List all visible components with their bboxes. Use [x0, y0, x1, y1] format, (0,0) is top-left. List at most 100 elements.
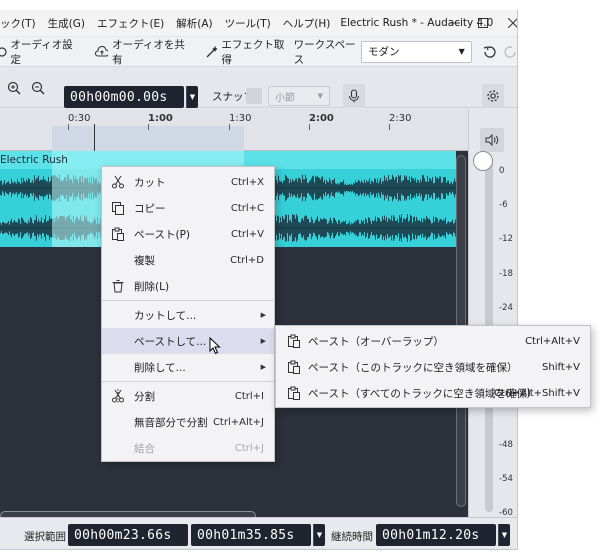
menu-item-delete[interactable]: 削除(L) [102, 273, 274, 299]
main-toolbar: オーディオ設定 オーディオを共有 エフェクト取得 ワークスペース モダン ▼ [0, 37, 517, 67]
submenu-item-paste-overlap[interactable]: ペースト（オーバーラップ） Ctrl+Alt+V [276, 328, 590, 354]
playback-volume-button[interactable] [480, 128, 504, 152]
close-button[interactable] [496, 10, 517, 36]
menu-item-cut-and[interactable]: カットして... ▶ [102, 302, 274, 328]
submenu-item-label: ペースト（オーバーラップ） [308, 335, 444, 348]
speaker-icon [485, 134, 499, 146]
undo-icon [483, 45, 496, 58]
ruler-tick-label: 1:00 [148, 113, 173, 124]
magic-wand-icon [206, 45, 218, 57]
playback-meter-panel: 0 -6 -12 -18 -24 -48 -54 -60 [468, 109, 517, 527]
menu-item-split[interactable]: 分割 Ctrl+I [102, 383, 274, 409]
zoom-out-button[interactable] [28, 78, 48, 98]
playhead[interactable] [94, 124, 95, 151]
chevron-right-icon: ▶ [260, 311, 266, 319]
snap-select[interactable]: 小節 ▼ [268, 86, 330, 106]
ruler-tick-label: 2:00 [309, 113, 334, 124]
ruler-tick-label: 0:30 [68, 113, 91, 124]
menu-analyze[interactable]: 解析(A) [170, 16, 218, 31]
selection-end-time[interactable]: 00h01m35.85s [191, 524, 311, 546]
get-effects-button[interactable]: エフェクト取得 [205, 37, 286, 67]
time-display[interactable]: 00h00m00.00s [64, 86, 184, 108]
ruler-tick [148, 124, 149, 130]
menu-tools[interactable]: ツール(T) [219, 16, 277, 31]
menu-item-shortcut: Ctrl+D [230, 254, 264, 266]
menu-item-label: 結合 [134, 442, 155, 455]
transport-toolbar: 00h00m00.00s ▼ スナップ 小節 ▼ [0, 68, 517, 108]
menu-item-shortcut: Ctrl+J [234, 442, 264, 454]
menu-item-join: 結合 Ctrl+J [102, 435, 274, 461]
submenu-item-paste-make-room-all[interactable]: ペースト（すべてのトラックに空き領域を確保） Ctrl+Alt+Shift+V [276, 380, 590, 406]
zoom-in-button[interactable] [4, 78, 24, 98]
menu-item-label: 無音部分で分割 [134, 416, 208, 429]
settings-button[interactable] [482, 84, 504, 108]
zoom-in-icon [7, 81, 21, 95]
menu-help[interactable]: ヘルプ(H) [277, 16, 337, 31]
snap-checkbox[interactable] [246, 88, 262, 104]
menu-item-shortcut: Ctrl+X [230, 176, 264, 188]
menu-item-label: 複製 [134, 254, 155, 267]
meter-tick: 0 [499, 166, 505, 176]
maximize-button[interactable] [466, 10, 500, 36]
minimize-icon [450, 22, 460, 24]
submenu-item-paste-make-room-track[interactable]: ペースト（このトラックに空き領域を確保） Shift+V [276, 354, 590, 380]
menu-item-paste[interactable]: ペースト(P) Ctrl+V [102, 221, 274, 247]
submenu-item-shortcut: Ctrl+Alt+V [525, 335, 580, 347]
time-format-dropdown[interactable]: ▼ [186, 86, 198, 108]
menu-item-label: 分割 [134, 390, 155, 403]
split-icon [110, 388, 126, 404]
chevron-down-icon: ▼ [316, 531, 323, 539]
undo-button[interactable] [482, 44, 496, 60]
selection-label: 選択範囲 [24, 531, 66, 543]
title-bar: ック(T) 生成(G) エフェクト(E) 解析(A) ツール(T) ヘルプ(H)… [0, 10, 517, 36]
share-audio-label: オーディオを共有 [112, 38, 185, 66]
chevron-down-icon: ▼ [501, 531, 508, 539]
selection-toolbar: 選択範囲 00h00m23.66s 00h01m35.85s ▼ 継続時間 00… [0, 517, 517, 549]
menu-item-paste-and[interactable]: ペーストして... ▶ [102, 328, 274, 354]
menu-generate[interactable]: 生成(G) [42, 16, 91, 31]
timeline-ruler[interactable]: 0:30 1:00 1:30 2:00 2:30 [0, 109, 468, 151]
chevron-right-icon: ▶ [260, 337, 266, 345]
duration-format-dropdown[interactable]: ▼ [498, 524, 510, 546]
selection-start-time[interactable]: 00h00m23.66s [68, 524, 188, 546]
menu-separator [102, 300, 274, 301]
trash-icon [110, 278, 126, 294]
audio-setup-button[interactable]: オーディオ設定 [0, 37, 74, 67]
chevron-down-icon: ▼ [189, 93, 196, 101]
menu-item-label: ペーストして... [134, 335, 207, 348]
record-meter-button[interactable] [343, 84, 365, 108]
scissors-icon [110, 174, 126, 190]
menu-item-delete-and[interactable]: 削除して... ▶ [102, 354, 274, 380]
selection-format-dropdown[interactable]: ▼ [313, 524, 325, 546]
menu-item-shortcut: Ctrl+V [230, 228, 264, 240]
ruler-tick [389, 124, 390, 130]
share-audio-button[interactable]: オーディオを共有 [94, 37, 185, 67]
menu-item-shortcut: Ctrl+I [234, 390, 264, 402]
redo-icon [504, 45, 516, 58]
menu-item-label: 削除して... [134, 361, 186, 374]
duration-label: 継続時間 [331, 531, 373, 543]
menu-item-shortcut: Ctrl+C [230, 202, 264, 214]
ruler-tick [229, 124, 230, 130]
workspace-select[interactable]: モダン ▼ [360, 40, 472, 63]
menu-item-duplicate[interactable]: 複製 Ctrl+D [102, 247, 274, 273]
paste-icon [286, 333, 302, 349]
paste-icon [286, 385, 302, 401]
submenu-item-label: ペースト（このトラックに空き領域を確保） [308, 361, 518, 374]
paste-icon [286, 359, 302, 375]
menu-item-label: コピー [134, 202, 166, 215]
duration-time[interactable]: 00h01m12.20s [376, 524, 496, 546]
menu-effect[interactable]: エフェクト(E) [91, 16, 170, 31]
menu-item-copy[interactable]: コピー Ctrl+C [102, 195, 274, 221]
menu-tracks[interactable]: ック(T) [0, 16, 42, 31]
playback-volume-knob[interactable] [473, 151, 493, 171]
clip-name: Electric Rush [0, 154, 68, 166]
menu-separator [102, 381, 274, 382]
workspace-value: モダン [367, 46, 400, 58]
menu-item-label: カットして... [134, 309, 197, 322]
menu-item-cut[interactable]: カット Ctrl+X [102, 169, 274, 195]
menu-item-split-at-silence[interactable]: 無音部分で分割 Ctrl+Alt+J [102, 409, 274, 435]
maximize-icon [478, 18, 488, 28]
gear-icon [487, 90, 499, 102]
redo-button[interactable] [504, 44, 517, 60]
